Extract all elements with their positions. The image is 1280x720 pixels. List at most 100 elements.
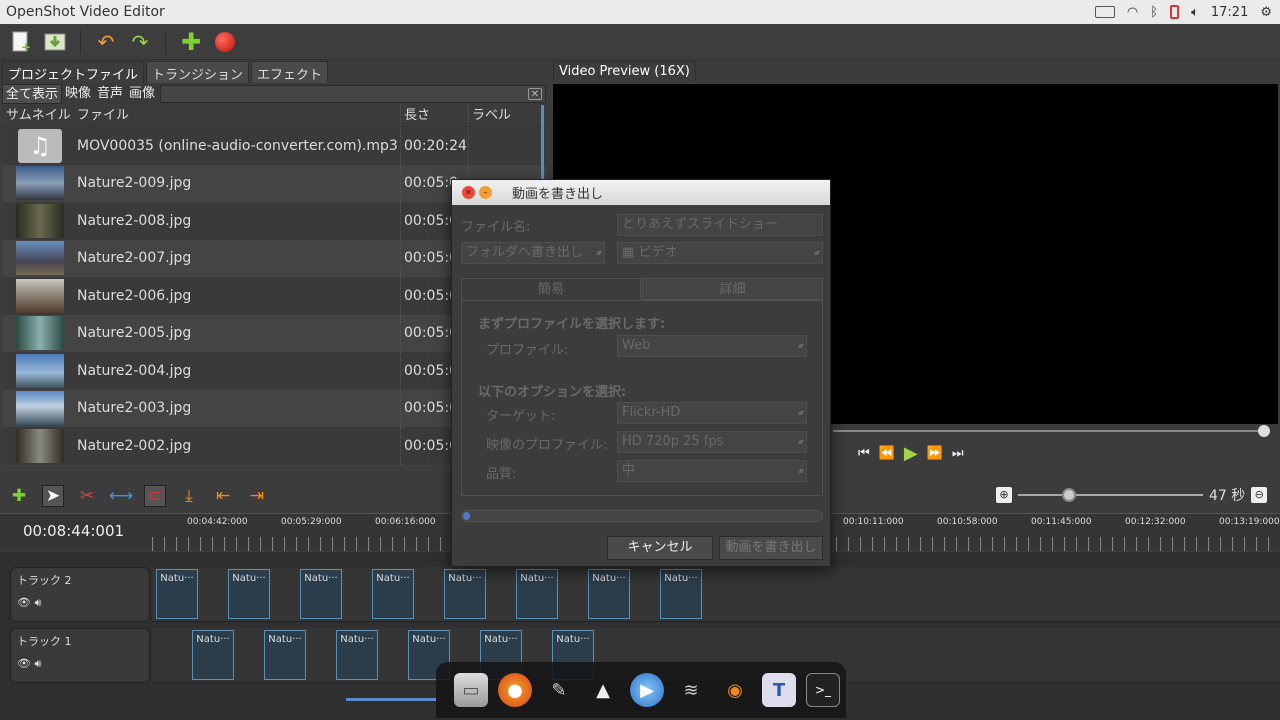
file-name-input[interactable]: とりあえずスライドショー — [617, 214, 823, 236]
terminal-icon[interactable]: >_ — [806, 673, 840, 707]
column-file[interactable]: ファイル — [74, 105, 400, 126]
seek-handle[interactable] — [1258, 425, 1270, 437]
filter-audio[interactable]: 音声 — [94, 84, 126, 104]
resize-tool-icon[interactable]: ⟷ — [109, 485, 133, 507]
tab-detail[interactable]: 詳細 — [642, 278, 823, 300]
undo-icon[interactable]: ↶ — [93, 29, 119, 55]
eye-icon[interactable]: 👁︎ — [17, 596, 31, 609]
app-title: OpenShot Video Editor — [6, 4, 165, 20]
column-label[interactable]: ラベル — [468, 105, 538, 126]
track-lane-2[interactable]: Natu··· Natu··· Natu··· Natu··· Natu··· … — [152, 567, 1280, 622]
tab-video-preview[interactable]: Video Preview (16X) — [553, 61, 696, 81]
clear-filter-icon[interactable]: ✕ — [528, 88, 542, 100]
clip[interactable]: Natu··· — [588, 569, 630, 619]
jump-start-icon[interactable]: ⏮ — [858, 446, 870, 461]
profile-select[interactable]: Web — [617, 335, 807, 357]
wifi-icon[interactable]: ◠ — [1127, 5, 1138, 20]
zoom-slider[interactable] — [1018, 488, 1203, 502]
fast-forward-icon[interactable]: ⏩ — [927, 446, 943, 461]
tab-project-files[interactable]: プロジェクトファイル — [2, 61, 145, 83]
export-progress-bar — [461, 510, 823, 522]
clip[interactable]: Natu··· — [516, 569, 558, 619]
jump-end-icon[interactable]: ⏭ — [952, 446, 964, 461]
save-project-icon[interactable] — [42, 29, 68, 55]
gimp-icon[interactable]: ✎ — [542, 673, 576, 707]
file-filter-bar: 全て表示 映像 音声 画像 ✕ — [2, 84, 546, 104]
column-length[interactable]: 長さ — [400, 105, 468, 126]
play-icon[interactable]: ▶ — [904, 443, 918, 464]
eye-icon[interactable]: 👁︎ — [17, 657, 31, 670]
table-row[interactable]: ♫ MOV00035 (online-audio-converter.com).… — [2, 127, 546, 165]
zoom-out-icon[interactable]: ⊖ — [1251, 487, 1268, 503]
export-video-button[interactable]: 動画を書き出し — [719, 536, 823, 560]
clip[interactable]: Natu··· — [156, 569, 198, 619]
select-tool-icon[interactable]: ➤ — [42, 485, 64, 507]
clip[interactable]: Natu··· — [444, 569, 486, 619]
zoom-handle[interactable] — [1062, 488, 1076, 502]
clock[interactable]: 17:21 — [1211, 5, 1248, 20]
file-manager-icon[interactable]: ▭ — [454, 673, 488, 707]
redo-icon[interactable]: ↷ — [127, 29, 153, 55]
export-video-icon[interactable] — [212, 29, 238, 55]
filter-search-input[interactable]: ✕ — [160, 85, 546, 103]
import-files-icon[interactable]: ✚ — [178, 28, 204, 56]
firefox-icon[interactable]: ● — [498, 673, 532, 707]
quality-select[interactable]: 中 — [617, 460, 807, 482]
blender-icon[interactable]: ◉ — [718, 673, 752, 707]
new-project-icon[interactable]: + — [8, 29, 34, 55]
inkscape-icon[interactable]: ▲ — [586, 673, 620, 707]
keyboard-icon[interactable] — [1094, 6, 1115, 18]
file-name: Nature2-006.jpg — [77, 287, 192, 304]
add-track-icon[interactable]: ✚ — [8, 485, 30, 507]
previous-marker-icon[interactable]: ⇤ — [212, 485, 234, 507]
minimize-dialog-icon[interactable]: – — [479, 186, 492, 199]
add-marker-icon[interactable]: ⤓ — [178, 485, 200, 507]
filter-image[interactable]: 画像 — [126, 84, 158, 104]
filter-video[interactable]: 映像 — [62, 84, 94, 104]
quality-label: 品質: — [486, 467, 517, 482]
clip[interactable]: Natu··· — [300, 569, 342, 619]
tab-simple[interactable]: 簡易 — [461, 278, 641, 300]
bluetooth-icon[interactable]: ᛒ — [1150, 5, 1158, 20]
speaker-icon[interactable]: 🔊︎ — [34, 596, 41, 609]
settings-gear-icon[interactable]: ⚙ — [1260, 5, 1272, 20]
video-profile-select[interactable]: HD 720p 25 fps — [617, 431, 807, 453]
clip[interactable]: Natu··· — [336, 630, 378, 680]
file-name: Nature2-009.jpg — [77, 175, 192, 192]
track-header-2[interactable]: トラック 2 👁︎ 🔊︎ — [10, 567, 150, 622]
clip[interactable]: Natu··· — [264, 630, 306, 680]
ruler-label: 00:04:42:000 — [187, 517, 248, 527]
close-dialog-icon[interactable]: ✕ — [462, 186, 475, 199]
clip[interactable]: Natu··· — [192, 630, 234, 680]
track-header-1[interactable]: トラック 1 👁︎ 🔊︎ — [10, 628, 150, 683]
battery-icon[interactable] — [1170, 5, 1180, 19]
clip[interactable]: Natu··· — [660, 569, 702, 619]
zoom-in-icon[interactable]: ⊕ — [996, 487, 1012, 503]
export-folder-button[interactable]: フォルダへ書き出し — [461, 242, 605, 264]
rewind-icon[interactable]: ⏪ — [879, 446, 895, 461]
timeline-horizontal-scrollbar[interactable] — [346, 698, 436, 701]
cancel-button[interactable]: キャンセル — [607, 536, 713, 560]
clip[interactable]: Natu··· — [228, 569, 270, 619]
video-editor-icon[interactable]: ≋ — [674, 673, 708, 707]
tab-effects[interactable]: エフェクト — [251, 61, 329, 83]
dialog-titlebar[interactable]: ✕ – 動画を書き出し — [452, 180, 830, 205]
text-editor-icon[interactable]: T — [762, 673, 796, 707]
column-thumbnail[interactable]: サムネイル — [2, 105, 74, 126]
filter-show-all[interactable]: 全て表示 — [2, 84, 63, 104]
svg-text:+: + — [21, 40, 31, 53]
table-header: サムネイル ファイル 長さ ラベル — [2, 105, 546, 127]
export-type-select[interactable]: ▦ ビデオ — [617, 242, 823, 264]
volume-icon[interactable]: 🔈︎ — [1191, 5, 1199, 20]
target-select[interactable]: Flickr-HD — [617, 402, 807, 424]
tab-transitions[interactable]: トランジション — [146, 61, 250, 83]
snapping-magnet-icon[interactable]: ⊂ — [144, 485, 166, 507]
razor-tool-icon[interactable]: ✂ — [76, 485, 98, 507]
image-thumbnail — [16, 391, 64, 426]
media-player-icon[interactable]: ▶ — [630, 673, 664, 707]
ruler-label: 00:06:16:000 — [375, 517, 436, 527]
speaker-icon[interactable]: 🔊︎ — [34, 657, 41, 670]
file-name: Nature2-007.jpg — [77, 250, 192, 267]
next-marker-icon[interactable]: ⇥ — [246, 485, 268, 507]
clip[interactable]: Natu··· — [372, 569, 414, 619]
